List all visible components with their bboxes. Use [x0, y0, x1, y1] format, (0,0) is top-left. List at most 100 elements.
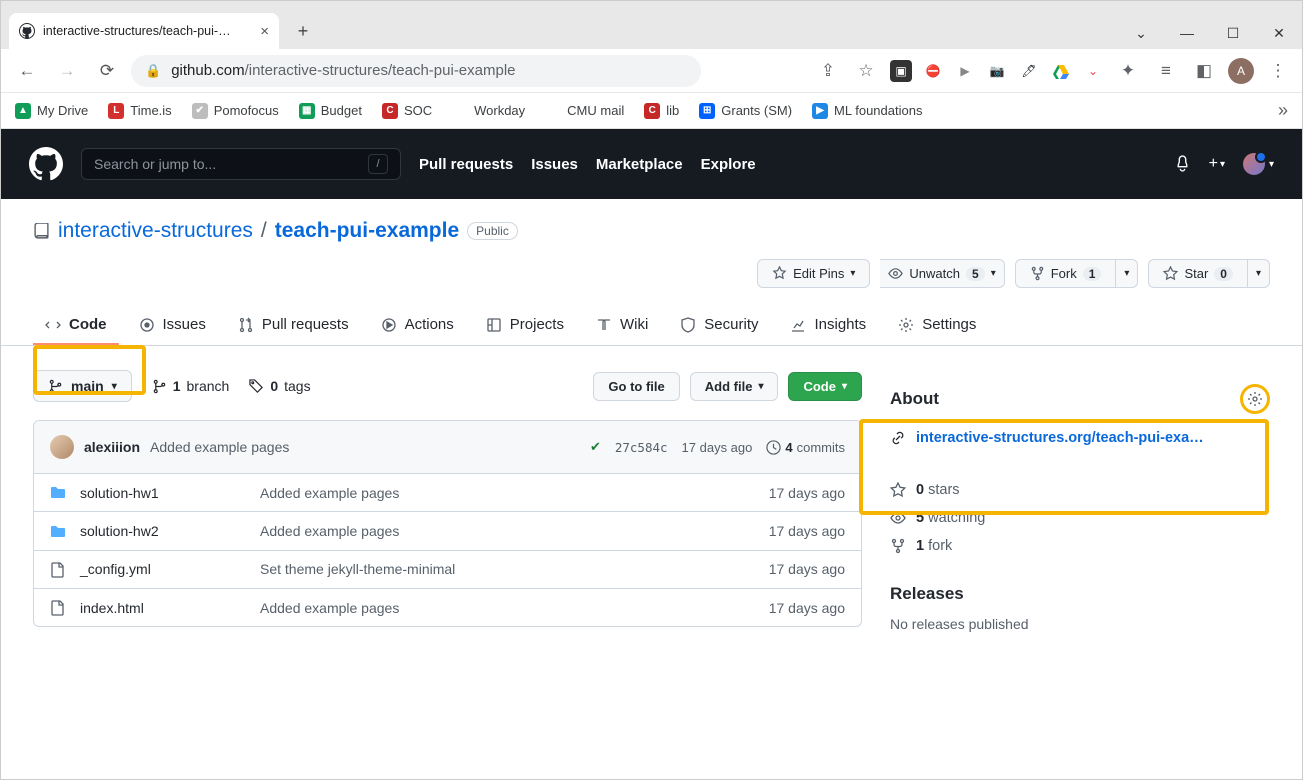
commit-message[interactable]: Added example pages [150, 439, 289, 455]
tab-issues[interactable]: Issues [127, 306, 218, 345]
file-commit-msg[interactable]: Added example pages [260, 523, 769, 539]
code-button[interactable]: Code ▾ [788, 372, 862, 401]
bookmark-icon: W [452, 103, 468, 119]
forks-stat[interactable]: 1 fork [890, 538, 1270, 554]
star-icon [890, 482, 906, 498]
watching-stat[interactable]: 5 watching [890, 510, 1270, 526]
gh-nav-link[interactable]: Explore [701, 156, 756, 173]
bell-icon[interactable] [1174, 155, 1191, 173]
window-close[interactable]: ✕ [1256, 17, 1302, 49]
share-icon[interactable]: ⇪ [814, 57, 842, 85]
bookmark-item[interactable]: WWorkday [452, 103, 525, 119]
star-icon[interactable]: ☆ [852, 57, 880, 85]
commit-sha[interactable]: 27c584c [615, 440, 668, 455]
file-link[interactable]: solution-hw1 [80, 485, 159, 501]
file-icon [50, 561, 66, 578]
ext-icon-camera[interactable]: 📷 [986, 60, 1008, 82]
goto-file-button[interactable]: Go to file [593, 372, 679, 401]
tab-projects[interactable]: Projects [474, 306, 576, 345]
tab-settings[interactable]: Settings [886, 306, 988, 345]
dir-icon [50, 484, 66, 501]
star-button[interactable]: Star 0 [1148, 259, 1248, 288]
window-caret[interactable]: ⌄ [1118, 17, 1164, 49]
tab-insights[interactable]: Insights [778, 306, 878, 345]
commit-date: 17 days ago [682, 440, 753, 455]
fork-dropdown[interactable]: ▾ [1116, 259, 1138, 288]
file-commit-msg[interactable]: Added example pages [260, 485, 769, 501]
bookmark-item[interactable]: ▦Budget [299, 103, 362, 119]
forward-button[interactable]: → [51, 55, 83, 87]
browser-titlebar: interactive-structures/teach-pui-… × + ⌄… [1, 1, 1302, 49]
sidepanel-icon[interactable]: ◧ [1190, 57, 1218, 85]
browser-tab[interactable]: interactive-structures/teach-pui-… × [9, 13, 279, 49]
file-link[interactable]: _config.yml [80, 561, 151, 577]
add-file-button[interactable]: Add file ▾ [690, 372, 779, 401]
close-tab-icon[interactable]: × [260, 23, 269, 40]
url-text: github.com/interactive-structures/teach-… [171, 62, 515, 79]
branch-count[interactable]: 1branch [152, 378, 230, 394]
commit-avatar[interactable] [50, 435, 74, 459]
star-dropdown[interactable]: ▾ [1248, 259, 1270, 288]
gh-nav-link[interactable]: Issues [531, 156, 578, 173]
ext-icon-video[interactable]: ▶ [954, 60, 976, 82]
window-maximize[interactable]: ☐ [1210, 17, 1256, 49]
new-tab-button[interactable]: + [288, 16, 318, 46]
tab-pull-requests[interactable]: Pull requests [226, 306, 361, 345]
releases-title: Releases [890, 584, 1270, 604]
check-icon[interactable]: ✔ [590, 439, 601, 455]
file-link[interactable]: solution-hw2 [80, 523, 159, 539]
bookmark-item[interactable]: ✔Pomofocus [192, 103, 279, 119]
bookmark-item[interactable]: ▲My Drive [15, 103, 88, 119]
file-list: alexiiion Added example pages ✔ 27c584c … [33, 420, 862, 627]
back-button[interactable]: ← [11, 55, 43, 87]
plus-icon[interactable]: +▾ [1209, 155, 1225, 173]
user-menu[interactable]: ▾ [1243, 153, 1274, 175]
file-link[interactable]: index.html [80, 600, 144, 616]
fork-button[interactable]: Fork 1 [1015, 259, 1117, 288]
bookmark-item[interactable]: ▶ML foundations [812, 103, 922, 119]
github-search[interactable]: Search or jump to... / [81, 148, 401, 180]
bookmark-item[interactable]: MCMU mail [545, 103, 624, 119]
ext-icon-pocket[interactable]: ⌄ [1082, 60, 1104, 82]
reading-list-icon[interactable]: ≡ [1152, 57, 1180, 85]
window-minimize[interactable]: — [1164, 17, 1210, 49]
gh-nav-link[interactable]: Marketplace [596, 156, 683, 173]
repo-name-link[interactable]: teach-pui-example [275, 219, 459, 243]
github-logo[interactable] [29, 147, 63, 181]
ext-icon-ublock[interactable]: ⛔ [922, 60, 944, 82]
extensions-icon[interactable]: ✦ [1114, 57, 1142, 85]
unwatch-button[interactable]: Unwatch 5 ▾ [880, 259, 1004, 288]
tab-code[interactable]: Code [33, 306, 119, 345]
tab-actions[interactable]: Actions [369, 306, 466, 345]
file-commit-msg[interactable]: Set theme jekyll-theme-minimal [260, 561, 769, 577]
bookmark-item[interactable]: ⊞Grants (SM) [699, 103, 792, 119]
bookmarks-overflow[interactable]: » [1278, 100, 1288, 121]
tab-security[interactable]: Security [668, 306, 770, 345]
page-content: Search or jump to... / Pull requestsIssu… [1, 129, 1302, 779]
reload-button[interactable]: ⟳ [91, 55, 123, 87]
gear-icon [1247, 391, 1263, 407]
about-settings-button[interactable] [1240, 384, 1270, 414]
bookmark-item[interactable]: LTime.is [108, 103, 171, 119]
file-row: _config.yml Set theme jekyll-theme-minima… [34, 551, 861, 589]
stars-stat[interactable]: 0 stars [890, 482, 1270, 498]
branch-button[interactable]: main ▾ [33, 370, 132, 402]
bookmark-item[interactable]: Clib [644, 103, 679, 119]
edit-pins-button[interactable]: Edit Pins ▾ [757, 259, 870, 288]
file-commit-msg[interactable]: Added example pages [260, 600, 769, 616]
ext-icon-drive[interactable] [1050, 60, 1072, 82]
bookmark-item[interactable]: CSOC [382, 103, 432, 119]
menu-icon[interactable]: ⋮ [1264, 57, 1292, 85]
repo-owner-link[interactable]: interactive-structures [58, 219, 253, 243]
tab-wiki[interactable]: Wiki [584, 306, 660, 345]
ext-icon-colorpicker[interactable]: 🖊 [1018, 60, 1040, 82]
ext-icon-1[interactable]: ▣ [890, 60, 912, 82]
url-box[interactable]: 🔒 github.com/interactive-structures/teac… [131, 55, 701, 87]
commit-author[interactable]: alexiiion [84, 439, 140, 455]
about-website-link[interactable]: interactive-structures.org/teach-pui-exa… [916, 430, 1204, 446]
gh-nav-link[interactable]: Pull requests [419, 156, 513, 173]
tag-count[interactable]: 0tags [249, 378, 310, 394]
bookmarks-bar: ▲My Drive LTime.is ✔Pomofocus ▦Budget CSOC WW… [1, 93, 1302, 129]
commits-count[interactable]: 4 commits [766, 440, 845, 455]
profile-avatar[interactable]: A [1228, 58, 1254, 84]
